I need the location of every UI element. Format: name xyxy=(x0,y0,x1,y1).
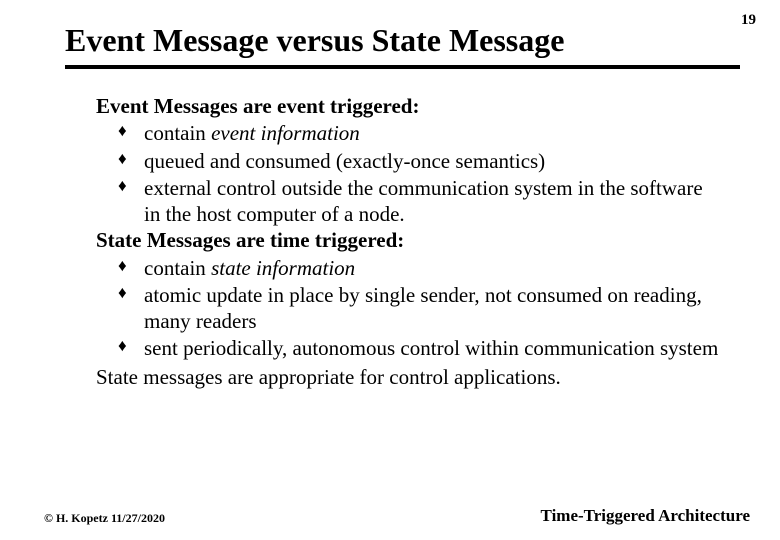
list-item: contain state information xyxy=(124,255,720,281)
bullet-text: atomic update in place by single sender,… xyxy=(144,283,702,333)
page-number: 19 xyxy=(741,12,756,29)
slide-content: Event Messages are event triggered: cont… xyxy=(30,69,750,390)
list-item: queued and consumed (exactly-once semant… xyxy=(124,148,720,174)
footer: © H. Kopetz 11/27/2020 Time-Triggered Ar… xyxy=(44,506,750,526)
bullet-text: contain xyxy=(144,256,211,280)
bullet-emphasis: state information xyxy=(211,256,355,280)
closing-statement: State messages are appropriate for contr… xyxy=(96,364,720,390)
slide-title: Event Message versus State Message xyxy=(30,22,750,65)
footer-topic: Time-Triggered Architecture xyxy=(541,506,750,526)
bullet-emphasis: event information xyxy=(211,121,360,145)
section1-heading: Event Messages are event triggered: xyxy=(96,93,720,119)
list-item: contain event information xyxy=(124,120,720,146)
bullet-text: sent periodically, autonomous control wi… xyxy=(144,336,718,360)
bullet-text: queued and consumed (exactly-once semant… xyxy=(144,149,545,173)
list-item: sent periodically, autonomous control wi… xyxy=(124,335,720,361)
bullet-text: external control outside the communicati… xyxy=(144,176,703,226)
list-item: atomic update in place by single sender,… xyxy=(124,282,720,335)
copyright-text: © H. Kopetz 11/27/2020 xyxy=(44,511,165,526)
section2-bullets: contain state information atomic update … xyxy=(96,255,720,362)
section2-heading: State Messages are time triggered: xyxy=(96,227,720,253)
bullet-text: contain xyxy=(144,121,211,145)
section1-bullets: contain event information queued and con… xyxy=(96,120,720,227)
list-item: external control outside the communicati… xyxy=(124,175,720,228)
